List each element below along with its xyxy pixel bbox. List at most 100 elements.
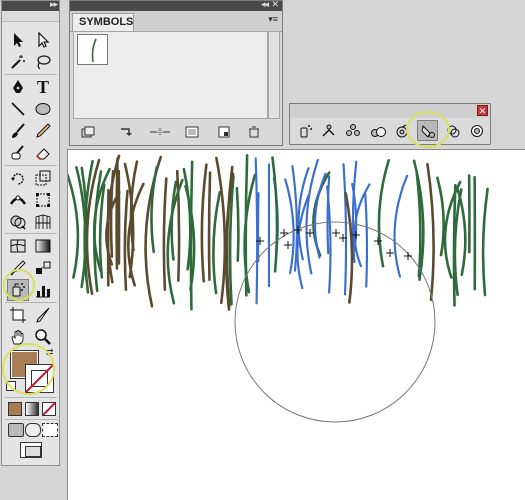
scale-tool[interactable] [32,167,54,189]
shape-builder-tool[interactable] [7,211,29,233]
symbol-sprayer-tool[interactable] [294,120,315,141]
paintbrush-tool[interactable] [7,120,29,142]
blend-tool[interactable] [32,257,54,279]
artboard-tool[interactable] [7,304,29,326]
grass-blade [377,158,391,268]
none-mode-button[interactable] [42,402,56,416]
symbol-sizer-tool[interactable] [367,120,388,141]
color-mode-button[interactable] [8,402,22,416]
line-tool[interactable] [7,98,29,120]
delete-symbol-button[interactable] [246,125,262,139]
symbol-scruncher-icon [345,123,360,136]
close-icon[interactable]: ✕ [477,105,488,116]
grass-blade-icon [91,38,97,63]
symbol-thumbnail-grass[interactable] [77,34,108,65]
grass-blade [313,172,327,259]
symbol-shifter-icon [322,124,334,136]
slice-tool[interactable] [32,304,54,326]
tool-row [7,189,55,211]
grass-blade [271,156,279,273]
symbols-panel: ◂◂ ✕ SYMBOLS ▾≡ [69,0,283,146]
width-icon [9,195,27,205]
type-icon: T [36,76,49,97]
selection-tool[interactable] [7,29,29,51]
symbols-panel-titlebar[interactable]: ◂◂ ✕ [70,0,282,11]
perspective-grid-icon [35,214,51,229]
artboard-canvas[interactable] [67,149,525,500]
blob-brush-tool[interactable] [7,142,29,164]
swap-fill-stroke-icon[interactable]: ⇄ [46,347,54,358]
divider [5,233,57,234]
default-fill-stroke-icon[interactable] [6,381,16,391]
free-transform-tool[interactable] [32,189,54,211]
perspective-grid-tool[interactable] [32,211,54,233]
width-tool[interactable] [7,189,29,211]
grass-blade [115,157,119,270]
screen-mode-icon[interactable] [20,442,42,458]
magic-wand-tool[interactable] [7,51,29,73]
draw-inside-icon[interactable] [42,423,58,437]
tool-row [7,211,55,233]
ellipse-tool[interactable] [32,98,54,120]
symbol-libraries-button[interactable] [80,125,96,139]
tools-panel-titlebar[interactable]: ▸▸ [2,0,59,11]
slice-icon [36,307,50,323]
magic-wand-icon [11,55,25,69]
pen-icon [13,80,23,93]
gradient-tool[interactable] [32,235,54,257]
symbol-styler-tool[interactable] [466,120,487,141]
tool-row [7,235,55,257]
tool-row [7,98,55,120]
symbol-libraries-icon [81,126,95,138]
eyedropper-tool[interactable] [7,257,29,279]
tab-symbols[interactable]: SYMBOLS [72,13,134,31]
symbol-scruncher-tool[interactable] [342,120,363,141]
symbol-spinner-tool[interactable] [391,120,412,141]
tools-panel-grip[interactable] [2,11,59,22]
symbol-sprayer-tool[interactable] [7,279,29,301]
pen-tool[interactable] [7,76,29,98]
tool-row: T [7,76,55,98]
rotate-tool[interactable] [7,167,29,189]
close-icon[interactable]: ✕ [271,0,279,10]
grass-blade [284,178,295,275]
break-link-button[interactable] [148,125,172,139]
symbol-options-button[interactable] [184,125,200,139]
grass-blade [68,173,80,279]
symbolism-tools-panel: ✕ [289,103,491,145]
tool-row [7,279,55,301]
gradient-mode-button[interactable] [25,402,39,416]
zoom-tool[interactable] [32,326,54,348]
tool-row [7,51,55,73]
eraser-icon [36,148,50,160]
new-symbol-button[interactable] [216,125,232,139]
symbol-screener-tool[interactable] [442,120,463,141]
draw-behind-icon[interactable] [25,423,41,437]
collapse-icon[interactable]: ▸▸ [50,0,58,10]
grass-blade [254,157,259,305]
tool-row [7,29,55,51]
symbol-shifter-tool[interactable] [318,120,339,141]
hand-tool[interactable] [7,326,29,348]
lasso-tool[interactable] [32,51,54,73]
grass-blade [393,173,409,278]
symbolism-tools-titlebar[interactable]: ✕ [290,104,490,118]
panel-menu-icon[interactable]: ▾≡ [268,14,278,25]
symbol-spinner-icon [396,124,407,137]
symbols-panel-footer [70,121,282,145]
place-symbol-button[interactable] [118,125,134,139]
stroke-color-swatch[interactable] [25,364,54,393]
collapse-icon[interactable]: ◂◂ [261,0,269,10]
type-tool[interactable]: T [32,76,54,98]
eraser-tool[interactable] [32,142,54,164]
draw-normal-icon[interactable] [8,423,24,437]
mesh-tool[interactable] [7,235,29,257]
column-graph-tool[interactable] [32,279,54,301]
symbols-list-scrollbar[interactable] [268,31,280,119]
direct-selection-tool[interactable] [32,29,54,51]
pencil-tool[interactable] [32,120,54,142]
symbol-sizer-icon [370,126,386,137]
symbol-screener-icon [447,125,459,137]
symbol-stainer-tool[interactable] [417,120,438,141]
divider [5,302,57,303]
